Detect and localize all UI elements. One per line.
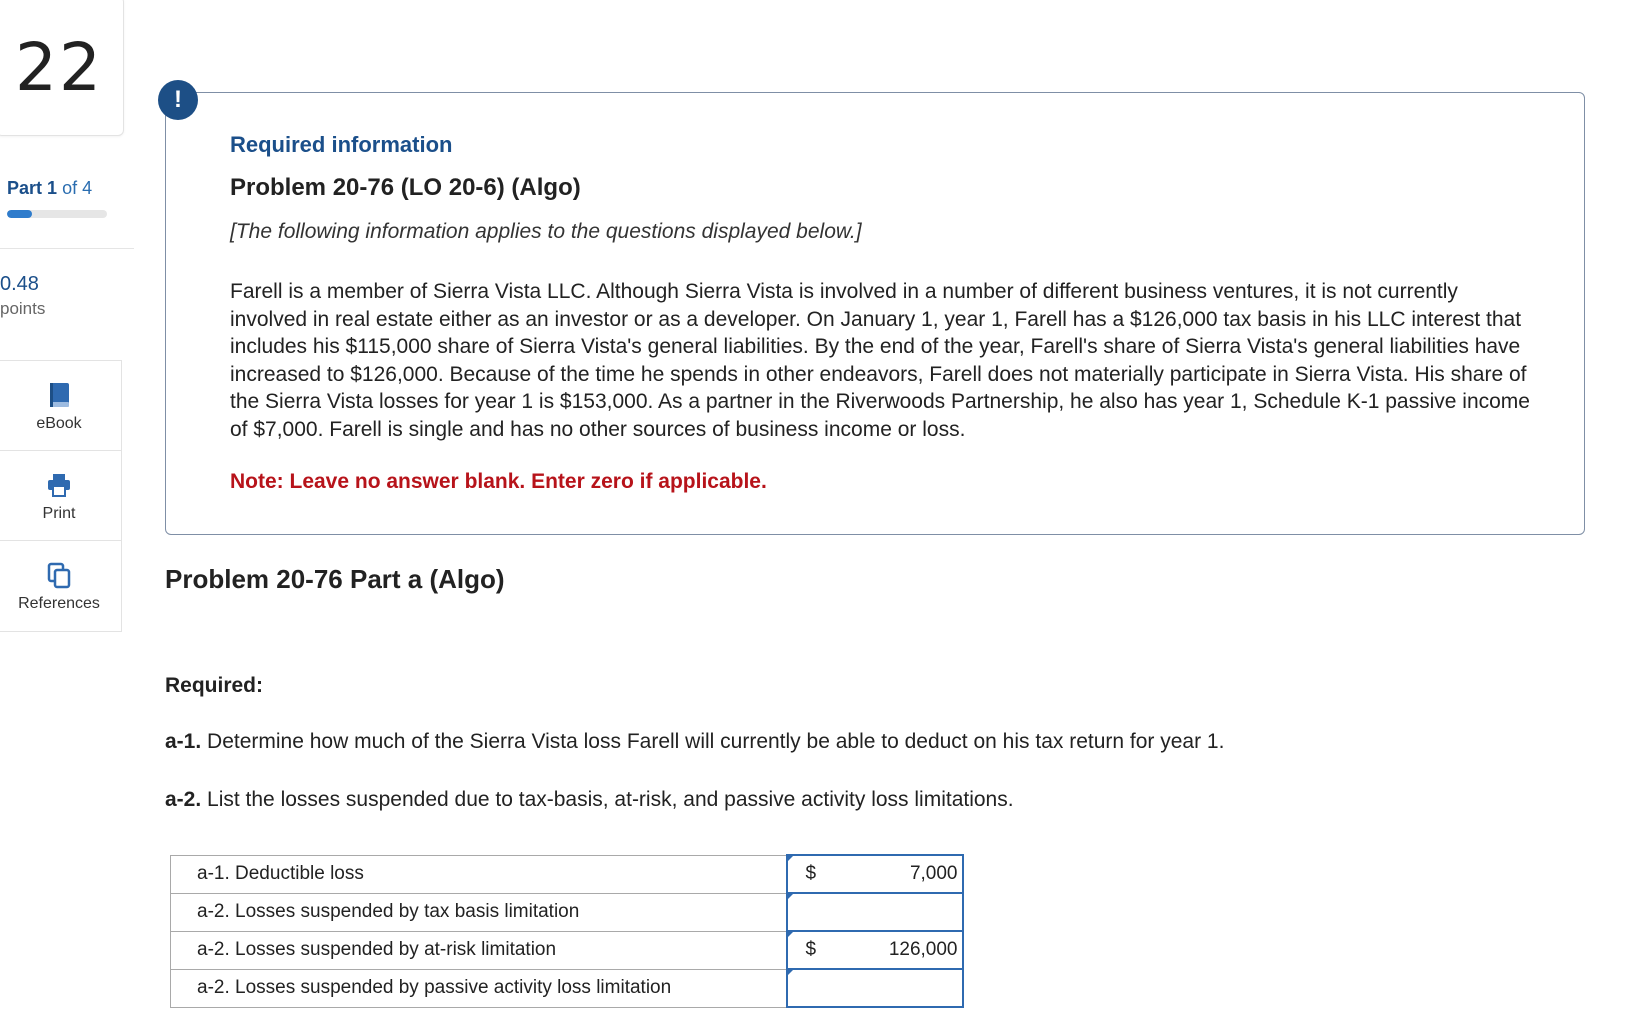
part-title: Problem 20-76 Part a (Algo) (165, 564, 505, 594)
answer-label: a-2. Losses suspended by passive activit… (170, 968, 787, 1008)
sidebar-divider (0, 248, 134, 249)
answer-value: 126,000 (888, 939, 958, 960)
tax-basis-suspended-input[interactable] (785, 892, 964, 932)
print-button[interactable]: Print (0, 450, 122, 542)
part-indicator: Part 1 of 4 (7, 178, 92, 199)
deductible-loss-input[interactable]: $ 7,000 (785, 854, 964, 894)
copy-pages-icon (47, 562, 71, 589)
question-a1: a-1. Determine how much of the Sierra Vi… (165, 730, 1224, 754)
print-label: Print (42, 505, 76, 522)
question-number: 22 (15, 29, 103, 106)
answer-label: a-1. Deductible loss (170, 854, 787, 894)
part-progress-fill (7, 210, 32, 218)
required-information-heading: Required information (230, 132, 453, 157)
references-button[interactable]: References (0, 540, 122, 632)
currency-sign: $ (805, 939, 817, 960)
answer-label: a-2. Losses suspended by at-risk limitat… (170, 930, 787, 970)
table-row: a-1. Deductible loss $ 7,000 (170, 854, 964, 894)
part-word: Part (7, 178, 43, 198)
ebook-button[interactable]: eBook (0, 360, 122, 452)
problem-title: Problem 20-76 (LO 20-6) (Algo) (230, 174, 581, 201)
answer-value: 7,000 (909, 863, 958, 884)
table-row: a-2. Losses suspended by at-risk limitat… (170, 930, 964, 970)
applies-note: [The following information applies to th… (230, 220, 862, 243)
points-label: points (0, 299, 46, 318)
cell-marker (786, 893, 794, 900)
question-a2-text: List the losses suspended due to tax-bas… (201, 788, 1014, 811)
ebook-label: eBook (36, 415, 82, 432)
question-a2: a-2. List the losses suspended due to ta… (165, 788, 1014, 812)
cell-marker (786, 931, 794, 938)
references-label: References (18, 595, 100, 612)
table-row: a-2. Losses suspended by tax basis limit… (170, 892, 964, 932)
instruction-note: Note: Leave no answer blank. Enter zero … (230, 470, 767, 493)
currency-sign: $ (805, 863, 817, 884)
question-a2-number: a-2. (165, 788, 202, 811)
at-risk-suspended-input[interactable]: $ 126,000 (785, 930, 964, 970)
table-row: a-2. Losses suspended by passive activit… (170, 968, 964, 1008)
cell-marker (786, 969, 794, 976)
part-progress-bar (7, 210, 107, 218)
scenario-text: Farell is a member of Sierra Vista LLC. … (230, 280, 1530, 441)
part-total: of 4 (62, 178, 93, 198)
question-a1-number: a-1. (165, 730, 202, 753)
question-number-card: 22 (0, 0, 124, 136)
question-a1-text: Determine how much of the Sierra Vista l… (201, 730, 1225, 753)
passive-loss-suspended-input[interactable] (785, 968, 964, 1008)
cell-marker (786, 855, 794, 862)
answer-table: a-1. Deductible loss $ 7,000 a-2. Losses… (170, 854, 964, 1008)
alert-icon: ! (158, 80, 198, 120)
book-icon (50, 383, 69, 407)
points-value: 0.48 (0, 273, 39, 295)
printer-icon (48, 474, 70, 497)
answer-label: a-2. Losses suspended by tax basis limit… (170, 892, 787, 932)
required-label: Required: (165, 674, 264, 697)
part-current: 1 (47, 178, 58, 198)
